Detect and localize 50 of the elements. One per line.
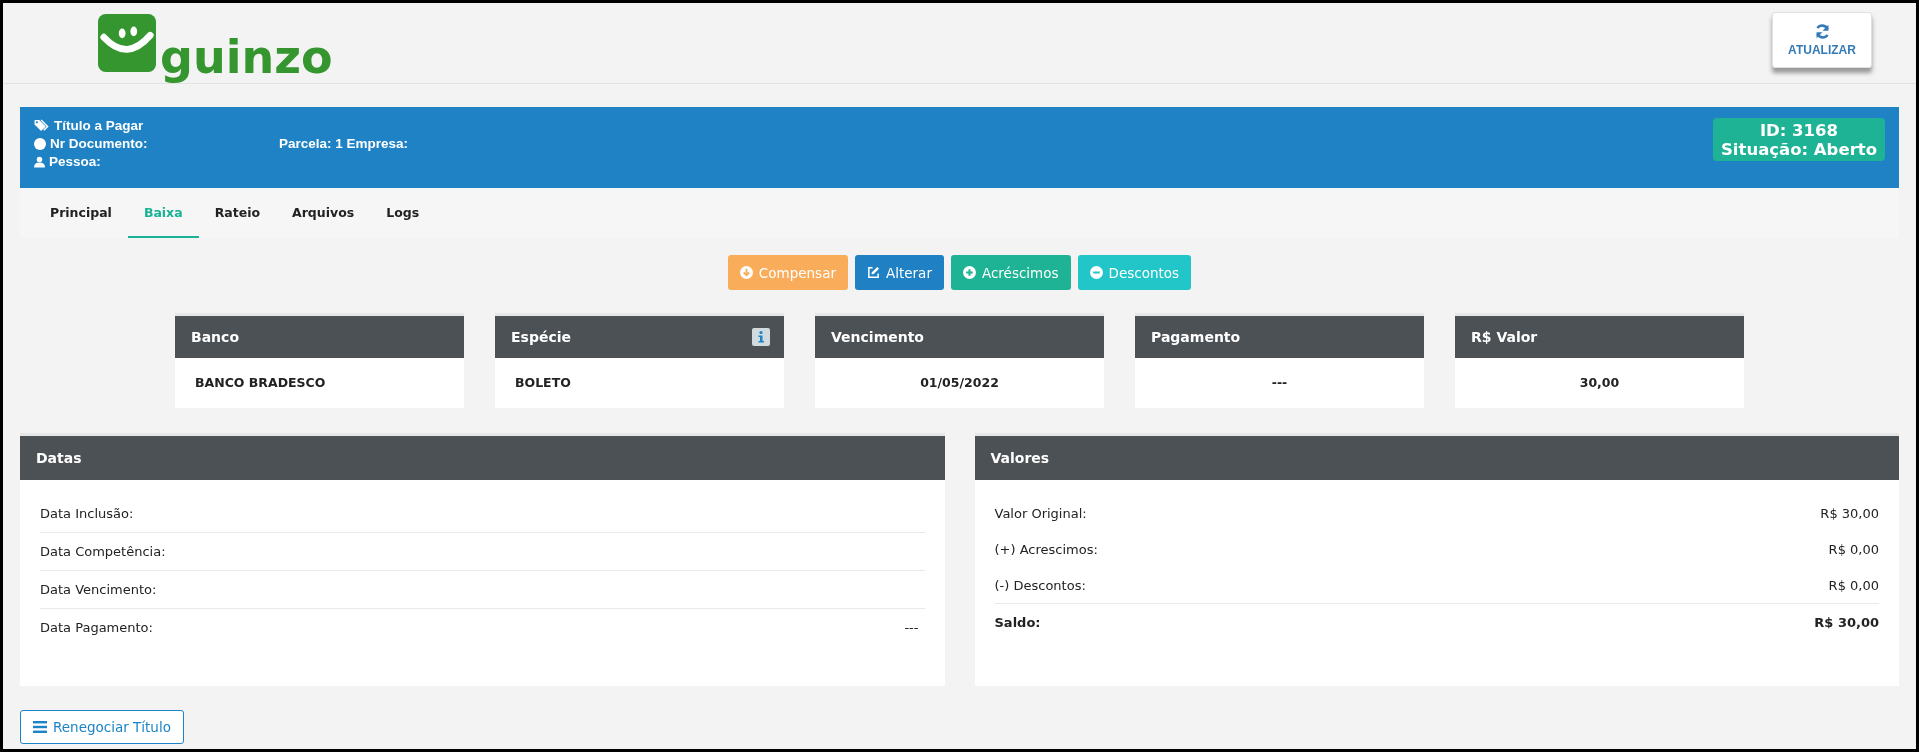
down-circle-icon xyxy=(739,266,753,279)
field-label: (+) Acrescimos: xyxy=(994,541,1098,557)
field-value: R$ 30,00 xyxy=(1820,505,1879,521)
card-title: Vencimento xyxy=(831,329,924,345)
tab[interactable]: Logs xyxy=(370,188,436,238)
panel-title: Valores xyxy=(990,450,1050,466)
status-badge: ID: 3168 Situação: Aberto xyxy=(1712,118,1885,161)
card-title: Pagamento xyxy=(1151,329,1241,345)
tab[interactable]: Baixa xyxy=(127,188,199,238)
field-value: --- xyxy=(904,620,919,635)
card-title: Espécie xyxy=(511,329,571,345)
field-label: (-) Descontos: xyxy=(994,577,1086,593)
smiley-logo-icon xyxy=(98,14,156,72)
action-button[interactable]: Alterar xyxy=(854,255,944,290)
parcela-label: Parcela: 1 Empresa: xyxy=(279,136,409,151)
tab[interactable]: Rateio xyxy=(198,188,276,238)
card-value: BANCO BRADESCO xyxy=(175,358,464,408)
action-button[interactable]: Acréscimos xyxy=(950,255,1071,290)
info-icon[interactable] xyxy=(752,328,770,346)
field-label: Data Inclusão: xyxy=(40,506,134,521)
menu-icon xyxy=(33,721,47,733)
edit-icon xyxy=(866,266,880,279)
field-value: R$ 0,00 xyxy=(1828,577,1879,593)
card-value: BOLETO xyxy=(495,358,784,408)
circle-icon xyxy=(34,137,46,150)
field-label: Data Vencimento: xyxy=(40,582,157,597)
field-label: Valor Original: xyxy=(994,505,1087,521)
tab[interactable]: Principal xyxy=(34,188,128,238)
plus-circle-icon xyxy=(962,266,976,279)
tab[interactable]: Arquivos xyxy=(276,188,371,238)
card-title: R$ Valor xyxy=(1471,329,1538,345)
refresh-icon xyxy=(1813,23,1831,40)
person-label: Pessoa: xyxy=(49,154,101,169)
field-label: Data Competência: xyxy=(40,544,166,559)
field-value: R$ 30,00 xyxy=(1814,614,1879,630)
field-label: Saldo: xyxy=(994,614,1041,630)
panel-title: Datas xyxy=(36,450,82,466)
document-label: Nr Documento: xyxy=(50,136,149,151)
field-value: R$ 0,00 xyxy=(1828,541,1879,557)
renegotiate-button[interactable]: Renegociar Título xyxy=(20,710,184,744)
minus-circle-icon xyxy=(1089,266,1103,279)
field-label: Data Pagamento: xyxy=(40,620,153,635)
title-text: Título a Pagar xyxy=(54,118,144,133)
card-value: --- xyxy=(1135,358,1424,408)
card-value: 30,00 xyxy=(1455,358,1744,408)
card-title: Banco xyxy=(191,329,239,345)
refresh-button[interactable]: ATUALIZAR xyxy=(1772,12,1872,68)
tags-icon xyxy=(34,119,50,132)
card-value: 01/05/2022 xyxy=(815,358,1104,408)
user-icon xyxy=(34,155,45,168)
